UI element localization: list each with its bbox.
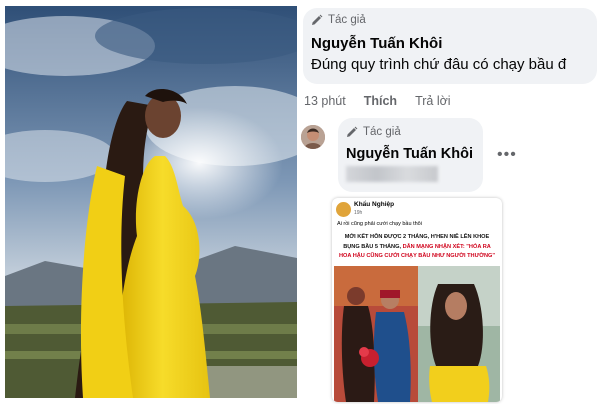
reply-button[interactable]: Trả lời: [415, 94, 451, 108]
headline-part: BỤNG BẦU 5 THÁNG,: [343, 243, 402, 250]
like-button[interactable]: Thích: [364, 94, 397, 108]
page-avatar: [336, 202, 351, 217]
post-time: 19h: [354, 210, 363, 216]
headline-red-part: DÂN MẠNG NHẬN XÉT: "HÓA RA: [402, 243, 491, 250]
author-name[interactable]: Nguyễn Tuấn Khôi: [346, 146, 473, 162]
headline-line: MỚI KẾT HÔN ĐƯỢC 2 THÁNG, H'HEN NIÊ LÊN …: [344, 234, 490, 240]
author-tag-label: Tác giả: [363, 126, 401, 138]
pregnant-photo-thumbnail-art: [418, 266, 500, 402]
comment-bubble: Tác giả Nguyễn Tuấn Khôi Đúng quy trình …: [303, 8, 597, 84]
photo-scene: [5, 6, 297, 398]
wedding-photo: [334, 266, 418, 402]
comment-text: Đúng quy trình chứ đâu có chạy bầu đ: [311, 56, 567, 73]
headline-line: BỤNG BẦU 5 THÁNG, DÂN MẠNG NHẬN XÉT: "HÓ…: [335, 243, 499, 253]
shared-post-screenshot[interactable]: Khẩu Nghiệp 19h Ai rồi cũng phải cưới ch…: [332, 198, 502, 402]
headline: MỚI KẾT HÔN ĐƯỢC 2 THÁNG, H'HEN NIÊ LÊN …: [335, 233, 499, 262]
blurred-text: [346, 166, 438, 182]
wedding-photo-art: [334, 266, 418, 402]
pregnant-photo-thumbnail: [418, 266, 500, 402]
avatar[interactable]: [301, 125, 325, 149]
page-name: Khẩu Nghiệp: [354, 201, 395, 208]
author-badge: Tác giả: [311, 14, 366, 26]
post-caption: Ai rồi cũng phải cưới chạy bầu thôi: [337, 221, 422, 227]
more-options-icon[interactable]: •••: [497, 146, 517, 164]
pregnant-woman-photo: [5, 6, 297, 398]
reply-bubble: Tác giả Nguyễn Tuấn Khôi: [338, 118, 483, 192]
pencil-icon: [347, 126, 358, 137]
comment-section: Tác giả Nguyễn Tuấn Khôi Đúng quy trình …: [300, 0, 600, 404]
author-name[interactable]: Nguyễn Tuấn Khôi: [311, 35, 442, 52]
author-badge: Tác giả: [346, 126, 401, 138]
avatar-photo: [301, 125, 325, 149]
comment-time[interactable]: 13 phút: [304, 94, 346, 108]
author-tag-label: Tác giả: [328, 14, 366, 26]
pencil-icon: [312, 14, 323, 25]
headline-line: HOA HẬU CŨNG CƯỚI CHẠY BẦU NHƯ NGƯỜI THƯ…: [338, 253, 496, 259]
comment-actions: 13 phút Thích Trả lời: [304, 94, 451, 108]
